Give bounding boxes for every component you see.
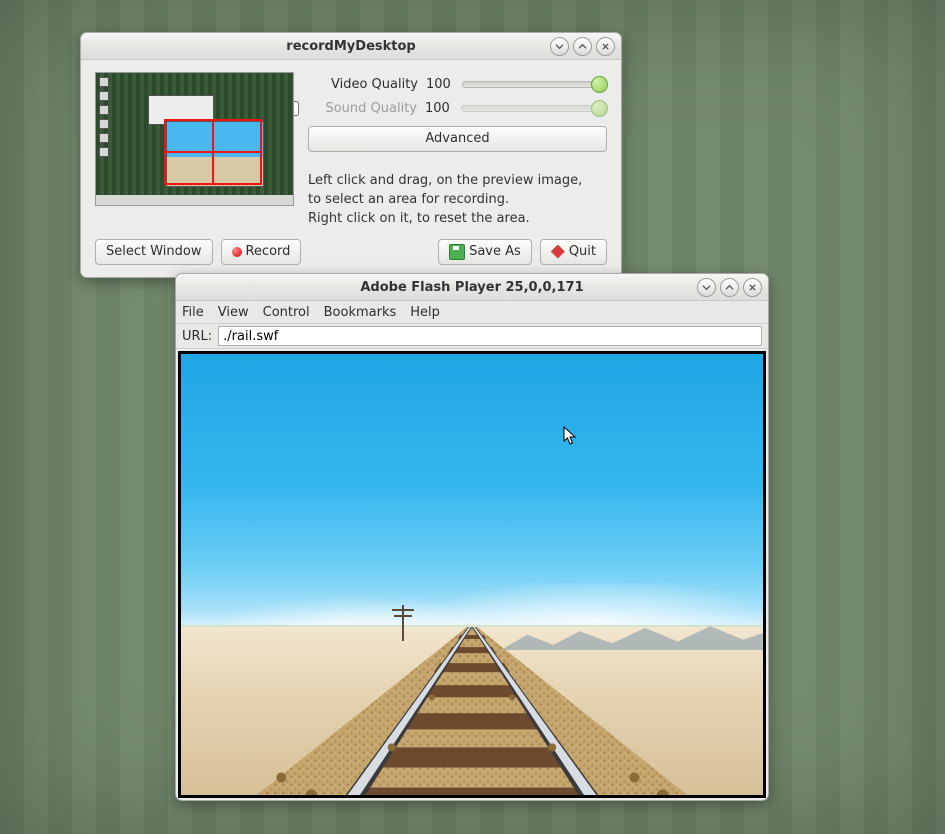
chevron-up-icon: [725, 283, 734, 292]
recordmydesktop-window: recordMyDesktop Video Quality 100: [80, 32, 622, 278]
chevron-down-icon: [702, 283, 711, 292]
close-button[interactable]: [596, 37, 615, 56]
menu-control[interactable]: Control: [263, 305, 310, 320]
flash-title: Adobe Flash Player 25,0,0,171: [360, 280, 583, 295]
hint-text: Left click and drag, on the preview imag…: [308, 172, 607, 229]
quit-icon: [551, 245, 565, 259]
video-quality-value: 100: [426, 77, 454, 92]
url-input[interactable]: [218, 326, 762, 346]
close-icon: [748, 283, 757, 292]
sound-quality-value: 100: [425, 101, 453, 116]
save-as-button[interactable]: Save As: [438, 239, 532, 265]
menu-view[interactable]: View: [218, 305, 249, 320]
maximize-button[interactable]: [720, 278, 739, 297]
advanced-button[interactable]: Advanced: [308, 126, 607, 152]
preview-area[interactable]: [95, 72, 294, 206]
select-window-button[interactable]: Select Window: [95, 239, 213, 265]
quit-label: Quit: [569, 243, 596, 261]
advanced-button-label: Advanced: [425, 130, 489, 148]
sound-quality-label: Sound Quality: [307, 101, 417, 116]
video-quality-row: Video Quality 100: [308, 72, 607, 96]
video-quality-slider[interactable]: [462, 81, 607, 88]
minimize-button[interactable]: [550, 37, 569, 56]
menu-help[interactable]: Help: [410, 305, 440, 320]
menu-bookmarks[interactable]: Bookmarks: [324, 305, 397, 320]
rmd-titlebar[interactable]: recordMyDesktop: [81, 33, 621, 60]
flash-titlebar[interactable]: Adobe Flash Player 25,0,0,171: [176, 274, 768, 301]
maximize-button[interactable]: [573, 37, 592, 56]
save-as-label: Save As: [469, 243, 521, 261]
select-window-label: Select Window: [106, 243, 202, 261]
flash-menubar: File View Control Bookmarks Help: [176, 301, 768, 324]
record-icon: [232, 247, 242, 257]
record-button[interactable]: Record: [221, 239, 302, 265]
flash-urlbar: URL:: [176, 324, 768, 349]
video-quality-label: Video Quality: [308, 77, 418, 92]
menu-file[interactable]: File: [182, 305, 204, 320]
chevron-up-icon: [578, 42, 587, 51]
close-icon: [601, 42, 610, 51]
floppy-icon: [449, 244, 465, 260]
record-label: Record: [246, 243, 291, 261]
url-label: URL:: [182, 329, 212, 344]
minimize-button[interactable]: [697, 278, 716, 297]
chevron-down-icon: [555, 42, 564, 51]
selection-rectangle: [164, 119, 262, 185]
railroad-graphic: [181, 627, 763, 798]
close-button[interactable]: [743, 278, 762, 297]
rmd-title: recordMyDesktop: [286, 39, 415, 54]
flash-player-window: Adobe Flash Player 25,0,0,171 File View …: [175, 273, 769, 801]
quit-button[interactable]: Quit: [540, 239, 607, 265]
sound-quality-slider[interactable]: [461, 105, 607, 112]
flash-viewport[interactable]: [178, 351, 766, 798]
sound-quality-row: Sound Quality 100: [308, 96, 607, 120]
